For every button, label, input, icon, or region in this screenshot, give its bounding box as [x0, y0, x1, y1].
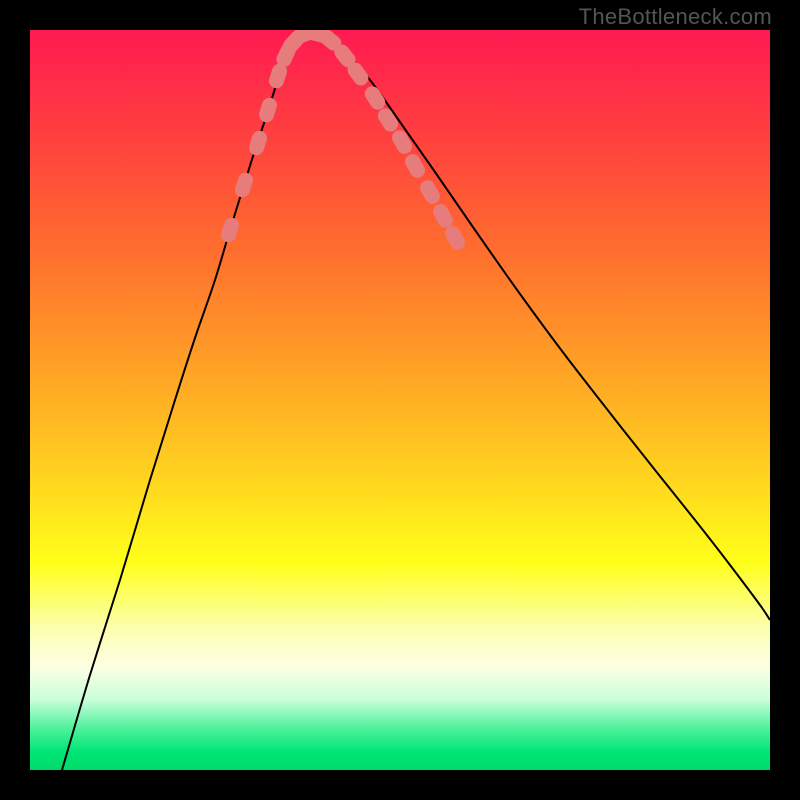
chart-svg: [30, 30, 770, 770]
chart-frame: TheBottleneck.com: [0, 0, 800, 800]
plot-area: [30, 30, 770, 770]
watermark-text: TheBottleneck.com: [579, 4, 772, 30]
